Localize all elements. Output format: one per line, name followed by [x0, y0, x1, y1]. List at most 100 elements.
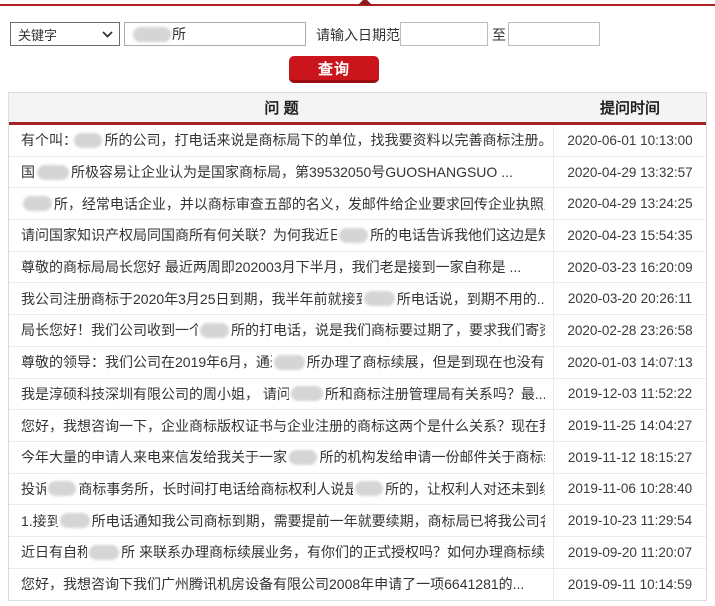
censored-text [37, 164, 69, 180]
table-row: 投诉商标事务所，长时间打电话给商标权利人说是北京所的，让权利人对还未到续... … [9, 473, 706, 506]
time-column-header: 提问时间 [599, 100, 660, 117]
table-body: 有个叫： 所的公司，打电话来说是商标局下的单位，找我要资料以完善商标注册。但我..… [9, 125, 706, 601]
time-cell: 2019-12-03 11:52:22 [567, 386, 693, 402]
question-cell[interactable]: 局长您好！我们公司收到一个叫 所的打电话，说是我们商标要过期了，要求我们寄资料..… [9, 315, 554, 346]
table-row: 尊敬的商标局局长您好 最近两周即202003月下半月，我们老是接到一家自称是 .… [9, 251, 706, 284]
keyword-type-select[interactable]: 关键字 [10, 22, 120, 46]
question-text: 您好，我想咨询下我们广州腾讯机房设备有限公司2008年申请了一项6641281的… [21, 576, 525, 593]
table-row: 局长您好！我们公司收到一个叫 所的打电话，说是我们商标要过期了，要求我们寄资料..… [9, 315, 706, 347]
censored-text [59, 513, 90, 529]
to-label: 至 [492, 27, 506, 43]
search-form: 关键字 所 请输入日期范围 至 [0, 21, 715, 47]
time-cell: 2019-09-11 10:14:59 [567, 576, 693, 592]
question-text: 今年大量的申请人来电来信发给我关于一家名为 [21, 449, 287, 466]
time-cell: 2020-03-23 16:20:09 [567, 259, 693, 275]
question-text: 所极容易让企业认为是国家商标局，第39532050号GUOSHANGSUO ..… [71, 164, 513, 181]
question-cell[interactable]: 1.接到 所电话通知我公司商标到期，需要提前一年就要续期，商标局已将我公司名单..… [9, 505, 554, 536]
question-cell[interactable]: 有个叫： 所的公司，打电话来说是商标局下的单位，找我要资料以完善商标注册。但我..… [9, 125, 554, 156]
table-row: 1.接到 所电话通知我公司商标到期，需要提前一年就要续期，商标局已将我公司名单..… [9, 505, 706, 537]
question-cell[interactable]: 尊敬的商标局局长您好 最近两周即202003月下半月，我们老是接到一家自称是 .… [9, 251, 554, 283]
time-cell: 2020-04-23 15:54:35 [567, 227, 693, 243]
question-text: 我是淳硕科技深圳有限公司的周小姐， 请问 [21, 385, 290, 402]
censored-text [200, 322, 229, 338]
question-column-header: 问 题 [264, 100, 299, 117]
question-text: 所和商标注册管理局有关系吗？最... [324, 385, 545, 402]
tab-indicator-arrow-icon [358, 0, 372, 5]
time-cell: 2020-04-29 13:24:25 [567, 196, 693, 212]
table-row: 我公司注册商标于2020年3月25日到期，我半年前就接到 所电话说，到期不用的..… [9, 283, 706, 316]
question-text: 所 来联系办理商标续展业务，有你们的正式授权吗？如何办理商标续展... [121, 544, 546, 561]
time-cell: 2019-11-06 10:28:40 [567, 481, 693, 497]
table-row: 有个叫： 所的公司，打电话来说是商标局下的单位，找我要资料以完善商标注册。但我..… [9, 125, 706, 157]
question-text: 尊敬的商标局局长您好 最近两周即202003月下半月，我们老是接到一家自称是 .… [21, 259, 522, 276]
question-cell[interactable]: 我公司注册商标于2020年3月25日到期，我半年前就接到 所电话说，到期不用的..… [9, 283, 554, 315]
question-text: 您好，我想咨询一下，企业商标版权证书与企业注册的商标这两个是什么关系？现在我企业… [21, 417, 545, 434]
question-text: 我公司注册商标于2020年3月25日到期，我半年前就接到 [21, 290, 362, 307]
question-table: 问 题 提问时间 有个叫： 所的公司，打电话来说是商标局下的单位，找我要资料以完善… [8, 92, 707, 602]
question-text: 所的公司，打电话来说是商标局下的单位，找我要资料以完善商标注册。但我... [104, 132, 545, 149]
question-text: 国 [21, 164, 35, 181]
question-text: 所电话说，到期不用的... [396, 290, 545, 307]
question-text: 近日有自称 [21, 544, 87, 561]
question-text: 所的机构发给申请一份邮件关于商标续... [319, 449, 545, 466]
question-cell[interactable]: 近日有自称 所 来联系办理商标续展业务，有你们的正式授权吗？如何办理商标续展..… [9, 536, 554, 568]
table-row: 近日有自称 所 来联系办理商标续展业务，有你们的正式授权吗？如何办理商标续展..… [9, 536, 706, 569]
table-row: 您好，我想咨询下我们广州腾讯机房设备有限公司2008年申请了一项6641281的… [9, 568, 706, 601]
question-cell[interactable]: 今年大量的申请人来电来信发给我关于一家名为 所的机构发给申请一份邮件关于商标续..… [9, 441, 554, 473]
question-text: 所，经常电话企业，并以商标审查五部的名义，发邮件给企业要求回传企业执照盖章扫..… [53, 195, 545, 212]
question-text: 所办理了商标续展，但是到现在也没有... [306, 354, 545, 371]
censored-text [363, 291, 395, 307]
censored-text [288, 449, 318, 465]
question-text: 所的打电话，说是我们商标要过期了，要求我们寄资料... [230, 322, 545, 339]
date-to-input[interactable] [508, 22, 600, 46]
censored-text [73, 132, 103, 148]
question-cell[interactable]: 请问国家知识产权局同国商所有何关联？为何我近日接到 所的电话告诉我他们这边是知..… [9, 220, 554, 251]
chevron-down-icon [102, 30, 113, 38]
censored-text [47, 481, 77, 497]
question-text: 所的电话告诉我他们这边是知... [370, 227, 545, 244]
table-row: 请问国家知识产权局同国商所有何关联？为何我近日接到 所的电话告诉我他们这边是知..… [9, 220, 706, 252]
censored-text [354, 481, 384, 497]
censored-text [274, 354, 305, 370]
keyword-type-select-value: 关键字 [18, 27, 58, 43]
top-divider-line [0, 0, 715, 6]
question-cell[interactable]: 投诉 商标事务所，长时间打电话给商标权利人说是北京 所的，让权利人对还未到续... [9, 473, 554, 505]
time-cell: 2020-06-01 10:13:00 [567, 132, 693, 148]
question-text: 所的，让权利人对还未到续... [385, 480, 545, 497]
censored-text [291, 386, 323, 402]
question-cell[interactable]: 您好，我想咨询一下，企业商标版权证书与企业注册的商标这两个是什么关系？现在我企业… [9, 410, 554, 441]
search-button[interactable]: 查询 [289, 56, 379, 83]
question-cell[interactable]: 尊敬的领导：我们公司在2019年6月，通过 所办理了商标续展，但是到现在也没有..… [9, 346, 554, 378]
table-row: 我是淳硕科技深圳有限公司的周小姐， 请问 所和商标注册管理局有关系吗？最... 2… [9, 378, 706, 411]
censored-text [23, 196, 52, 212]
time-cell: 2020-02-28 23:26:58 [567, 322, 693, 338]
table-row: 国 所极容易让企业认为是国家商标局，第39532050号GUOSHANGSUO .… [9, 156, 706, 189]
question-text: 所电话通知我公司商标到期，需要提前一年就要续期，商标局已将我公司名单... [91, 512, 545, 529]
censored-text [339, 227, 369, 243]
table-row: 尊敬的领导：我们公司在2019年6月，通过 所办理了商标续展，但是到现在也没有..… [9, 346, 706, 379]
table-row: 所，经常电话企业，并以商标审查五部的名义，发邮件给企业要求回传企业执照盖章扫..… [9, 188, 706, 221]
time-cell: 2020-04-29 13:32:57 [567, 164, 693, 180]
time-cell: 2019-10-23 11:29:54 [567, 513, 693, 529]
question-cell[interactable]: 我是淳硕科技深圳有限公司的周小姐， 请问 所和商标注册管理局有关系吗？最... [9, 378, 554, 410]
keyword-input[interactable]: 所 [124, 22, 306, 46]
question-cell[interactable]: 国 所极容易让企业认为是国家商标局，第39532050号GUOSHANGSUO .… [9, 156, 554, 188]
question-text: 请问国家知识产权局同国商所有何关联？为何我近日接到 [21, 227, 338, 244]
table-header-row: 问 题 提问时间 [9, 93, 706, 125]
date-from-input[interactable] [400, 22, 488, 46]
question-cell[interactable]: 您好，我想咨询下我们广州腾讯机房设备有限公司2008年申请了一项6641281的… [9, 568, 554, 601]
question-text: 尊敬的领导：我们公司在2019年6月，通过 [21, 354, 273, 371]
time-cell: 2020-01-03 14:07:13 [567, 354, 693, 370]
question-text: 商标事务所，长时间打电话给商标权利人说是北京 [78, 480, 352, 497]
question-text: 有个叫： [21, 132, 72, 149]
keyword-input-value: 所 [172, 26, 186, 42]
time-cell: 2019-11-25 14:04:27 [567, 418, 693, 434]
time-cell: 2019-11-12 18:15:27 [567, 449, 693, 465]
time-cell: 2020-03-20 20:26:11 [567, 291, 693, 307]
censored-text [133, 26, 171, 42]
table-row: 您好，我想咨询一下，企业商标版权证书与企业注册的商标这两个是什么关系？现在我企业… [9, 410, 706, 442]
question-cell[interactable]: 所，经常电话企业，并以商标审查五部的名义，发邮件给企业要求回传企业执照盖章扫..… [9, 188, 554, 220]
question-text: 局长您好！我们公司收到一个叫 [21, 322, 199, 339]
table-row: 今年大量的申请人来电来信发给我关于一家名为 所的机构发给申请一份邮件关于商标续..… [9, 441, 706, 474]
question-text: 投诉 [21, 480, 46, 497]
